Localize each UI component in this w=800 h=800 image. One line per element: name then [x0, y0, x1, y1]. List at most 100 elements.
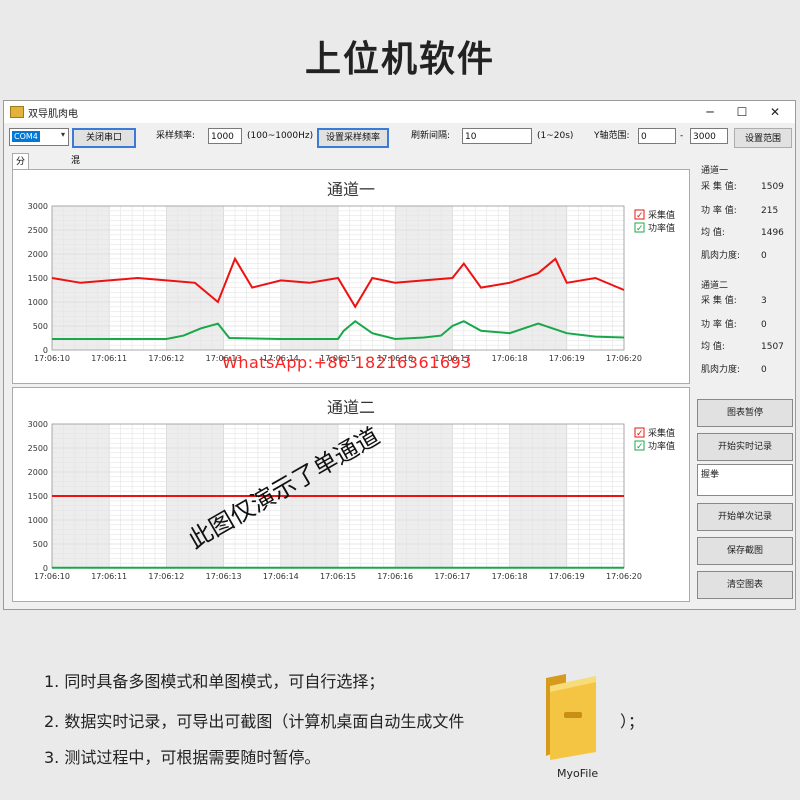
chart-1: 05001000150020002500300017:06:10 17:06:11… — [28, 202, 675, 363]
channel2-collect-label: 采 集 值: — [701, 296, 737, 306]
refresh-hint: (1~20s) — [537, 131, 574, 141]
rate-label: 采样频率: — [156, 131, 196, 141]
set-rate-button[interactable]: 设置采样频率 — [317, 128, 389, 148]
x-tick-label: 17:06:11 — [91, 572, 127, 581]
check-icon: ✓ — [636, 442, 644, 452]
y-tick-label: 3000 — [28, 202, 48, 211]
channel1-force-label: 肌肉力度: — [701, 251, 741, 261]
save-screenshot-button[interactable]: 保存截图 — [697, 537, 793, 565]
close-port-button[interactable]: 关闭串口 — [72, 128, 136, 148]
app-icon — [10, 106, 24, 118]
whatsapp-watermark: WhatsApp:+86 18216361693 — [222, 353, 472, 372]
channel2-mean-row: 均 值: 1507 — [701, 341, 793, 353]
channel2-power-value: 0 — [761, 320, 767, 330]
set-range-button[interactable]: 设置范围 — [734, 128, 792, 148]
start-realtime-record-button[interactable]: 开始实时记录 — [697, 433, 793, 461]
y-tick-label: 2500 — [28, 226, 48, 235]
close-button[interactable]: ✕ — [757, 101, 793, 123]
y-tick-label: 3000 — [28, 420, 48, 429]
x-tick-label: 17:06:13 — [206, 572, 242, 581]
yrange-label: Y轴范围: — [594, 131, 630, 141]
chart-2: 05001000150020002500300017:06:10 17:06:11… — [28, 420, 675, 581]
channel2-power-row: 功 率 值: 0 — [701, 319, 793, 331]
x-tick-label: 17:06:12 — [148, 572, 184, 581]
note-line-3: 3. 测试过程中，可根据需要随时暂停。 — [44, 748, 321, 767]
check-icon: ✓ — [636, 224, 644, 234]
y-tick-label: 2500 — [28, 444, 48, 453]
y-tick-label: 1500 — [28, 492, 48, 501]
ymin-input[interactable]: 0 — [638, 128, 676, 144]
range-dash: - — [680, 131, 684, 141]
note-input[interactable]: 握拳 — [697, 464, 793, 496]
channel1-mean-label: 均 值: — [701, 228, 725, 238]
rate-input[interactable]: 1000 — [208, 128, 242, 144]
note-line-2-end: ）； — [620, 712, 645, 731]
channel2-mean-value: 1507 — [761, 342, 784, 352]
channel1-collect-value: 1509 — [761, 182, 784, 192]
rate-hint: (100~1000Hz) — [247, 131, 314, 141]
y-tick-label: 500 — [33, 540, 48, 549]
channel1-power-label: 功 率 值: — [701, 206, 737, 216]
channel2-collect-value: 3 — [761, 296, 767, 306]
channel2-force-row: 肌肉力度: 0 — [701, 364, 793, 376]
chart-panel-1: 通道一 0 500 1000 1500 2000 2500 3000 17:06:10 17:0… — [12, 169, 690, 384]
title-bar: 双导肌肉电 ─ ☐ ✕ — [4, 101, 795, 123]
x-tick-label: 17:06:19 — [549, 354, 585, 363]
x-tick-label: 17:06:10 — [34, 572, 70, 581]
x-tick-label: 17:06:17 — [434, 572, 470, 581]
refresh-input[interactable]: 10 — [462, 128, 532, 144]
channel1-mean-row: 均 值: 1496 — [701, 227, 793, 239]
note-line-2: 2. 数据实时记录，可导出可截图（计算机桌面自动生成文件 — [44, 712, 465, 731]
check-icon: ✓ — [636, 429, 644, 439]
refresh-label: 刷新间隔: — [411, 131, 451, 141]
channel2-force-label: 肌肉力度: — [701, 365, 741, 375]
x-tick-label: 17:06:19 — [549, 572, 585, 581]
y-tick-label: 2000 — [28, 250, 48, 259]
channel2-header: 通道二 — [701, 281, 729, 291]
channel2-force-value: 0 — [761, 365, 767, 375]
port-select-value: COM4 — [12, 131, 40, 142]
clear-chart-button[interactable]: 清空图表 — [697, 571, 793, 599]
legend-label: 功率值 — [648, 440, 675, 452]
channel1-power-value: 215 — [761, 206, 779, 216]
y-tick-label: 500 — [33, 322, 48, 331]
x-tick-label: 17:06:18 — [492, 572, 528, 581]
pause-chart-button[interactable]: 图表暂停 — [697, 399, 793, 427]
y-tick-label: 1000 — [28, 516, 48, 525]
x-tick-label: 17:06:11 — [91, 354, 127, 363]
y-tick-label: 1000 — [28, 298, 48, 307]
legend-label: 功率值 — [648, 222, 675, 234]
check-icon: ✓ — [636, 211, 644, 221]
tab-channel-mode[interactable]: 分通道模式 — [12, 153, 30, 231]
x-tick-label: 17:06:20 — [606, 572, 642, 581]
x-tick-label: 17:06:10 — [34, 354, 70, 363]
start-single-record-button[interactable]: 开始单次记录 — [697, 503, 793, 531]
channel2-mean-label: 均 值: — [701, 342, 725, 352]
channel1-header: 通道一 — [701, 166, 729, 176]
channel2-power-label: 功 率 值: — [701, 320, 737, 330]
x-tick-label: 17:06:16 — [377, 572, 413, 581]
channel2-collect-row: 采 集 值: 3 — [701, 295, 793, 307]
channel1-force-row: 肌肉力度: 0 — [701, 250, 793, 262]
window-title: 双导肌肉电 — [28, 108, 78, 120]
maximize-button[interactable]: ☐ — [724, 101, 760, 123]
legend-label: 采集值 — [648, 209, 675, 221]
folder-label: MyoFile — [557, 767, 599, 780]
channel1-collect-label: 采 集 值: — [701, 182, 737, 192]
ymax-input[interactable]: 3000 — [690, 128, 728, 144]
x-tick-label: 17:06:20 — [606, 354, 642, 363]
x-tick-label: 17:06:14 — [263, 572, 299, 581]
toolbar: COM4 ▾ 关闭串口 采样频率: 1000 (100~1000Hz) 设置采样… — [4, 125, 795, 151]
x-tick-label: 17:06:12 — [148, 354, 184, 363]
y-tick-label: 2000 — [28, 468, 48, 477]
chevron-down-icon: ▾ — [60, 130, 65, 139]
channel1-mean-value: 1496 — [761, 228, 784, 238]
chart-panel-2: 通道二 0 500 1000 1500 2000 2500 3000 17:06:10 17:0… — [12, 387, 690, 602]
tab-mixed-mode[interactable]: 混合值模式 — [68, 153, 83, 230]
channel1-force-value: 0 — [761, 251, 767, 261]
port-select[interactable]: COM4 ▾ — [9, 128, 69, 146]
channel1-collect-row: 采 集 值: 1509 — [701, 181, 793, 193]
minimize-button[interactable]: ─ — [692, 101, 728, 123]
x-tick-label: 17:06:15 — [320, 572, 356, 581]
x-tick-label: 17:06:18 — [492, 354, 528, 363]
